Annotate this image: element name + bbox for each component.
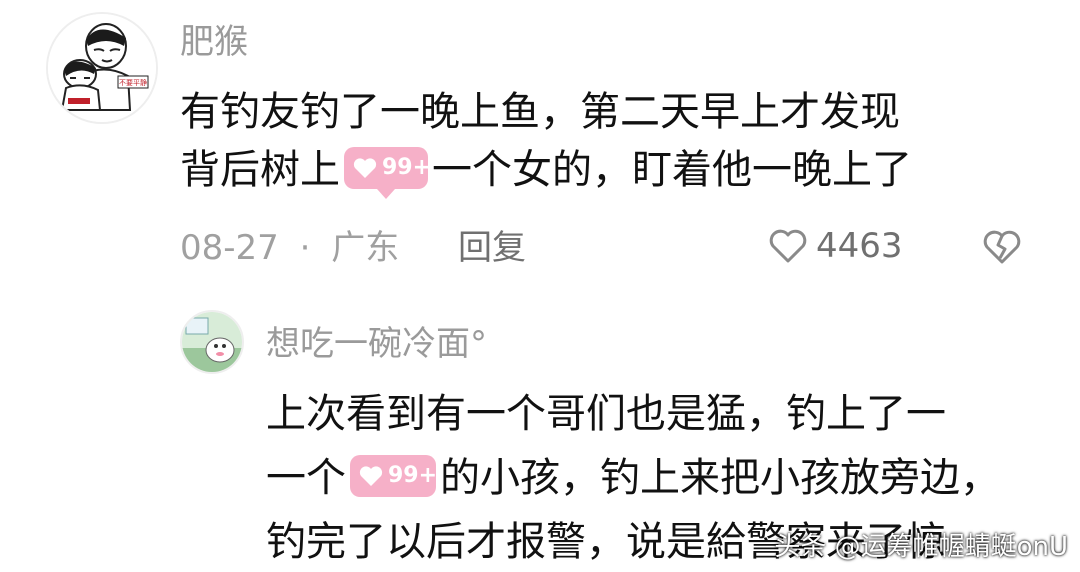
badge-count: 99+ [382,155,432,180]
comment-text-line-2: 背后树上 99+ 一个女的，盯着他一晚上了 [180,146,912,199]
avatar-illustration: 不要平静 [48,14,156,122]
comment-text-line-1: 有钓友钓了一晚上鱼，第二天早上才发现 [180,89,900,135]
comment-text-after-badge: 一个女的，盯着他一晚上了 [432,147,912,193]
badge-tail [377,189,395,199]
meta-separator: · [299,228,311,268]
comment-date: 08-27 [180,228,279,268]
comment-meta: 08-27 · 广东 [180,228,399,268]
reply-comment: 想吃一碗冷面° 上次看到有一个哥们也是猛，钓上了一 一个 99+ 的小孩，钓上来… [0,290,1080,572]
hidden-word-badge[interactable]: 99+ [344,147,432,199]
reply-username[interactable]: 想吃一碗冷面° [266,324,487,364]
reply-avatar[interactable] [180,310,244,374]
reply-text-after-badge: 的小孩，钓上来把小孩放旁边， [440,455,1000,501]
heart-outline-icon [769,229,807,263]
reply-button[interactable]: 回复 [458,228,526,268]
broken-heart-icon [983,230,1021,264]
heart-icon [359,466,383,486]
like-button[interactable]: 4463 [768,226,903,266]
dislike-button[interactable] [982,228,1022,270]
reply-hidden-word-badge[interactable]: 99+ [350,455,438,497]
comment-text: 有钓友钓了一晚上鱼，第二天早上才发现 背后树上 99+ 一个女的，盯着他一晚上了 [180,88,1040,199]
like-count: 4463 [816,226,903,266]
reply-text-line-2: 一个 99+ 的小孩，钓上来把小孩放旁边， [266,454,1000,502]
comment-text-before-badge: 背后树上 [180,147,340,193]
avatar[interactable]: 不要平静 [46,12,158,124]
avatar-badge-text: 不要平静 [119,78,147,87]
badge-count: 99+ [388,463,438,488]
heart-icon [353,158,377,178]
watermark: 头条 @运筹帷幄蜻蜓onU [774,532,1068,562]
comment-username[interactable]: 肥猴 [180,22,248,62]
comment-location: 广东 [331,228,400,268]
reply-text-line-1: 上次看到有一个哥们也是猛，钓上了一 [266,391,946,437]
reply-text-before-badge: 一个 [266,455,346,501]
comment: 不要平静 肥猴 有钓友钓了一晚上鱼，第二天早上才发现 背后树上 99+ 一个女的… [0,0,1080,290]
reply-avatar-illustration [182,312,242,372]
